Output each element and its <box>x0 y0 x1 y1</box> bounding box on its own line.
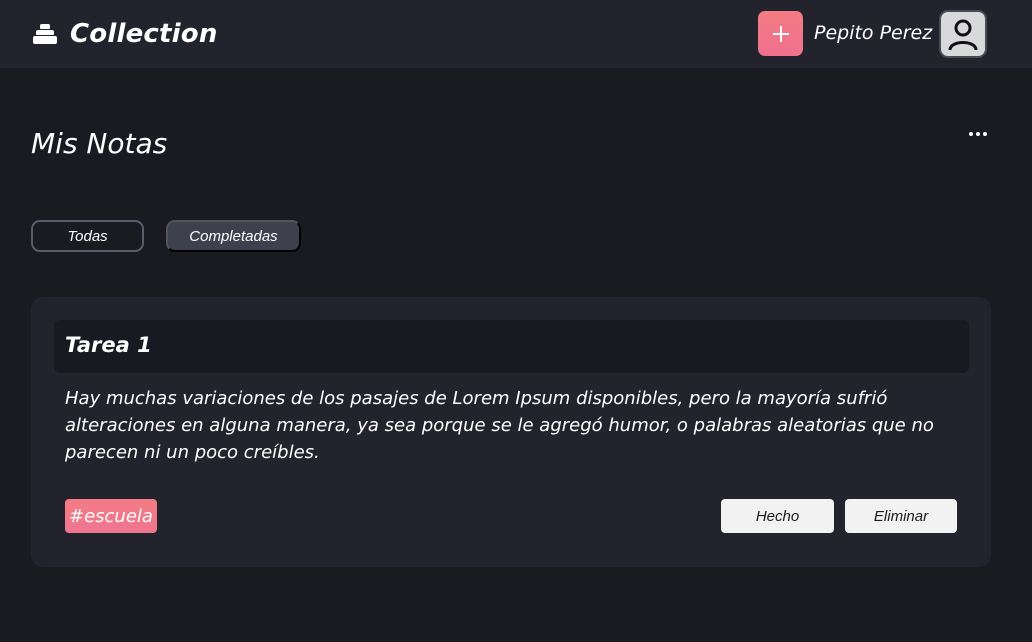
filter-all-button[interactable]: Todas <box>31 220 144 252</box>
note-header: Tarea 1 <box>54 320 969 373</box>
user-name: Pepito Perez <box>814 22 933 44</box>
done-button[interactable]: Hecho <box>721 499 834 533</box>
page-title: Mis Notas <box>31 127 168 160</box>
filter-completed-button[interactable]: Completadas <box>166 220 301 252</box>
delete-button[interactable]: Eliminar <box>845 499 957 533</box>
more-options-button[interactable] <box>968 127 988 141</box>
user-icon <box>948 19 978 51</box>
brand-title: Collection <box>70 19 218 49</box>
add-note-button[interactable] <box>758 11 803 56</box>
plus-icon <box>772 25 789 42</box>
note-tag[interactable]: #escuela <box>65 499 157 533</box>
app-header: Collection Pepito Perez <box>0 0 1032 68</box>
more-horizontal-icon <box>969 132 973 136</box>
avatar[interactable] <box>939 10 987 58</box>
note-body: Hay muchas variaciones de los pasajes de… <box>65 388 934 463</box>
brand[interactable]: Collection <box>33 16 218 52</box>
stack-icon <box>33 23 57 45</box>
note-card: Tarea 1 Hay muchas variaciones de los pa… <box>31 297 991 567</box>
note-title: Tarea 1 <box>65 333 152 357</box>
